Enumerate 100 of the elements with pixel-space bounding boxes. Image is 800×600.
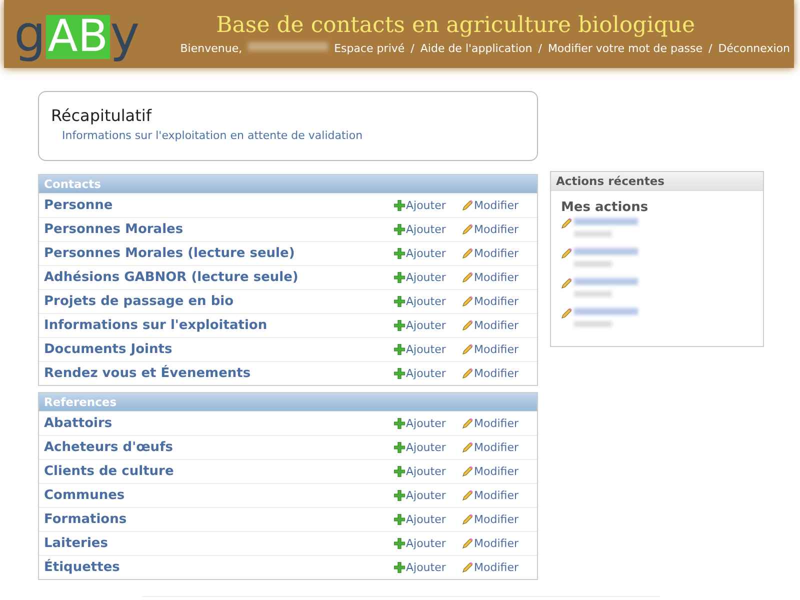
model-link[interactable]: Adhésions GABNOR (lecture seule) [44,270,394,285]
pencil-icon [561,278,572,289]
module-caption: Contacts [39,175,537,193]
pencil-icon [462,344,473,355]
change-link[interactable]: Modifier [462,271,532,284]
model-link[interactable]: Formations [44,512,394,527]
change-link[interactable]: Modifier [462,441,532,454]
welcome-text: Bienvenue, [180,42,242,55]
header-link[interactable]: Déconnexion [718,42,790,55]
plus-icon [394,562,405,573]
plus-icon [394,466,405,477]
change-link[interactable]: Modifier [462,537,532,550]
add-link[interactable]: Ajouter [394,537,462,550]
change-link[interactable]: Modifier [462,465,532,478]
plus-icon [394,344,405,355]
pencil-icon [462,200,473,211]
add-link[interactable]: Ajouter [394,295,462,308]
model-link[interactable]: Abattoirs [44,416,394,431]
plus-icon [394,224,405,235]
add-link[interactable]: Ajouter [394,199,462,212]
model-link[interactable]: Personnes Morales [44,222,394,237]
redacted-text [574,308,638,315]
model-link[interactable]: Acheteurs d'œufs [44,440,394,455]
change-link[interactable]: Modifier [462,561,532,574]
model-link[interactable]: Communes [44,488,394,503]
header-link[interactable]: Modifier votre mot de passe [548,42,702,55]
add-link[interactable]: Ajouter [394,417,462,430]
change-link[interactable]: Modifier [462,489,532,502]
plus-icon [394,320,405,331]
panel-heading: Mes actions [561,200,650,215]
pencil-icon [462,418,473,429]
change-link[interactable]: Modifier [462,367,532,380]
pencil-icon [462,320,473,331]
pencil-icon [462,296,473,307]
add-link[interactable]: Ajouter [394,343,462,356]
add-link[interactable]: Ajouter [394,319,462,332]
pencil-icon [462,562,473,573]
panel-caption: Actions récentes [551,172,763,191]
add-link[interactable]: Ajouter [394,465,462,478]
model-link[interactable]: Rendez vous et Évenements [44,366,394,381]
add-link[interactable]: Ajouter [394,247,462,260]
change-link[interactable]: Modifier [462,295,532,308]
add-link[interactable]: Ajouter [394,489,462,502]
model-link[interactable]: Clients de culture [44,464,394,479]
plus-icon [394,418,405,429]
pencil-icon [462,490,473,501]
model-link[interactable]: Personnes Morales (lecture seule) [44,246,394,261]
plus-icon [394,442,405,453]
module-caption: References [39,393,537,411]
header-link[interactable]: Espace privé [334,42,405,55]
change-link[interactable]: Modifier [462,223,532,236]
model-link[interactable]: Projets de passage en bio [44,294,394,309]
change-link[interactable]: Modifier [462,417,532,430]
pencil-icon [462,442,473,453]
add-link[interactable]: Ajouter [394,223,462,236]
redacted-text [574,248,638,255]
change-link[interactable]: Modifier [462,343,532,356]
add-link[interactable]: Ajouter [394,441,462,454]
model-link[interactable]: Informations sur l'exploitation [44,318,394,333]
pencil-icon [462,224,473,235]
redacted-text [574,291,612,297]
separator: / [538,42,542,55]
pencil-icon [561,308,572,319]
redacted-text [574,321,612,327]
plus-icon [394,296,405,307]
plus-icon [394,514,405,525]
add-link[interactable]: Ajouter [394,513,462,526]
pencil-icon [462,514,473,525]
header-link[interactable]: Aide de l'application [420,42,532,55]
plus-icon [394,538,405,549]
change-link[interactable]: Modifier [462,513,532,526]
model-link[interactable]: Laiteries [44,536,394,551]
model-link[interactable]: Personne [44,198,394,213]
redacted-text [574,261,612,267]
plus-icon [394,368,405,379]
add-link[interactable]: Ajouter [394,561,462,574]
model-link[interactable]: Étiquettes [44,560,394,575]
logo: gABy [14,9,140,59]
separator: / [410,42,414,55]
summary-link[interactable]: Informations sur l'exploitation en attente de validation [62,129,525,142]
separator: / [708,42,712,55]
redacted-text [574,231,612,237]
redacted-text [574,218,638,225]
plus-icon [394,272,405,283]
change-link[interactable]: Modifier [462,319,532,332]
plus-icon [394,248,405,259]
redacted-text [574,278,638,285]
site-title: Base de contacts en agriculture biologique [216,13,695,38]
change-link[interactable]: Modifier [462,247,532,260]
plus-icon [394,200,405,211]
summary-title: Récapitulatif [51,106,153,125]
plus-icon [394,490,405,501]
pencil-icon [462,368,473,379]
pencil-icon [561,218,572,229]
change-link[interactable]: Modifier [462,199,532,212]
add-link[interactable]: Ajouter [394,367,462,380]
pencil-icon [462,248,473,259]
add-link[interactable]: Ajouter [394,271,462,284]
model-link[interactable]: Documents Joints [44,342,394,357]
pencil-icon [462,538,473,549]
